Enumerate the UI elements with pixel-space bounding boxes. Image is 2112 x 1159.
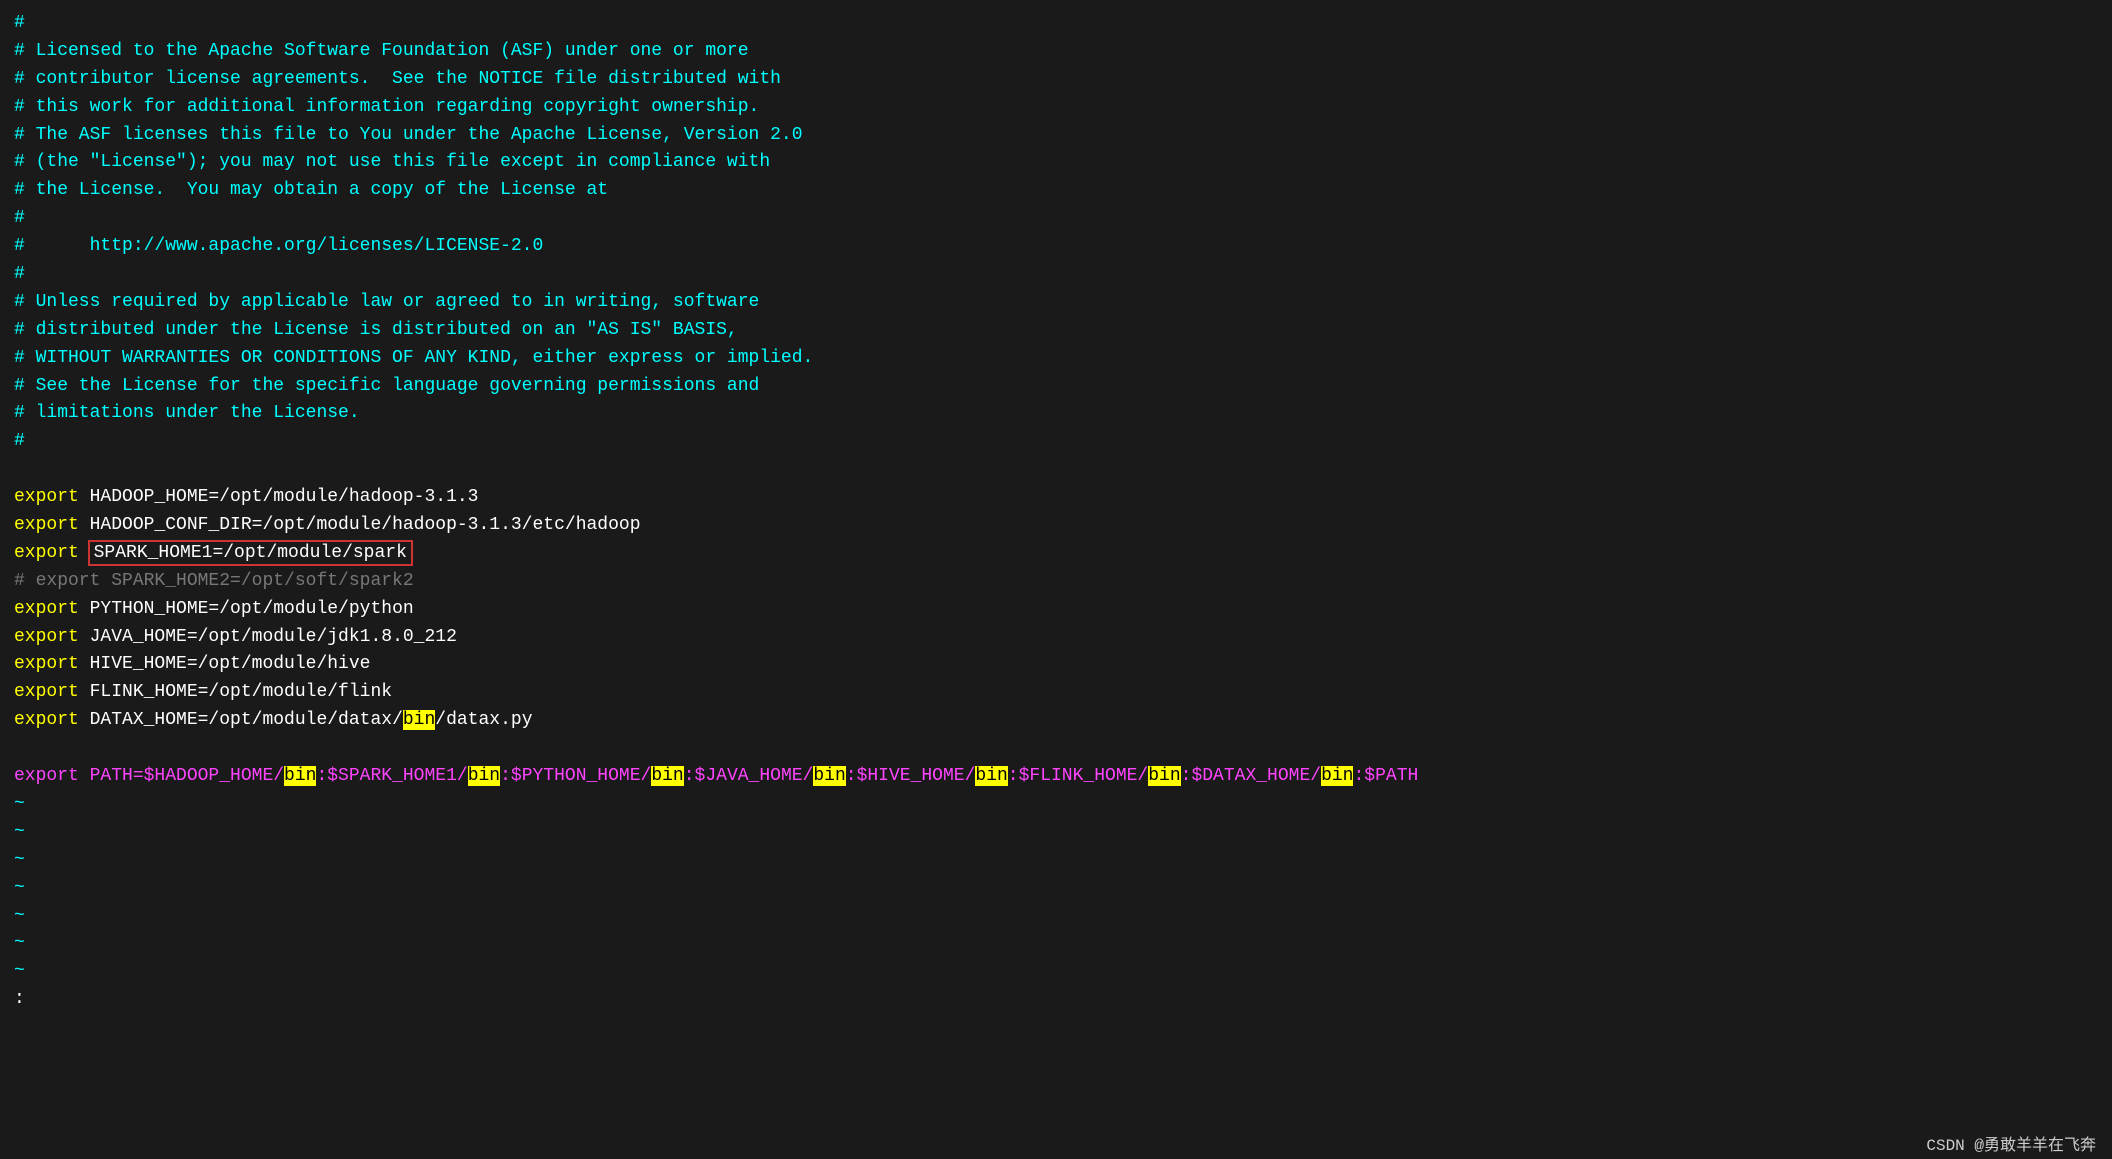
code-line: export HADOOP_HOME=/opt/module/hadoop-3.…	[14, 484, 2098, 512]
code-line: export DATAX_HOME=/opt/module/datax/bin/…	[14, 707, 2098, 735]
code-line: # (the "License"); you may not use this …	[14, 149, 2098, 177]
code-line	[14, 456, 2098, 484]
code-line: #	[14, 10, 2098, 38]
code-line: export PATH=$HADOOP_HOME/bin:$SPARK_HOME…	[14, 763, 2098, 791]
bottom-bar: CSDN @勇敢羊羊在飞奔	[1910, 1127, 2112, 1159]
code-line: # Unless required by applicable law or a…	[14, 289, 2098, 317]
code-line: # this work for additional information r…	[14, 94, 2098, 122]
code-line: # The ASF licenses this file to You unde…	[14, 122, 2098, 150]
code-line: #	[14, 261, 2098, 289]
code-line: ~	[14, 903, 2098, 931]
code-line: :	[14, 986, 2098, 1014]
code-line: # the License. You may obtain a copy of …	[14, 177, 2098, 205]
code-line	[14, 735, 2098, 763]
code-line: export HIVE_HOME=/opt/module/hive	[14, 651, 2098, 679]
code-line: # limitations under the License.	[14, 400, 2098, 428]
code-line: # contributor license agreements. See th…	[14, 66, 2098, 94]
code-line: ~	[14, 819, 2098, 847]
code-line: #	[14, 428, 2098, 456]
code-line: export PYTHON_HOME=/opt/module/python	[14, 596, 2098, 624]
code-line: export FLINK_HOME=/opt/module/flink	[14, 679, 2098, 707]
code-line: # WITHOUT WARRANTIES OR CONDITIONS OF AN…	[14, 345, 2098, 373]
code-line: export SPARK_HOME1=/opt/module/spark	[14, 540, 2098, 568]
code-line: ~	[14, 875, 2098, 903]
code-line: # Licensed to the Apache Software Founda…	[14, 38, 2098, 66]
code-line: # http://www.apache.org/licenses/LICENSE…	[14, 233, 2098, 261]
code-line: # export SPARK_HOME2=/opt/soft/spark2	[14, 568, 2098, 596]
code-line: #	[14, 205, 2098, 233]
code-line: ~	[14, 847, 2098, 875]
code-line: # See the License for the specific langu…	[14, 373, 2098, 401]
code-line: ~	[14, 958, 2098, 986]
code-line: export HADOOP_CONF_DIR=/opt/module/hadoo…	[14, 512, 2098, 540]
code-line: # distributed under the License is distr…	[14, 317, 2098, 345]
code-line: ~	[14, 930, 2098, 958]
terminal-window: ## Licensed to the Apache Software Found…	[0, 0, 2112, 1159]
code-line: ~	[14, 791, 2098, 819]
code-content: ## Licensed to the Apache Software Found…	[14, 10, 2098, 1014]
code-line: export JAVA_HOME=/opt/module/jdk1.8.0_21…	[14, 624, 2098, 652]
